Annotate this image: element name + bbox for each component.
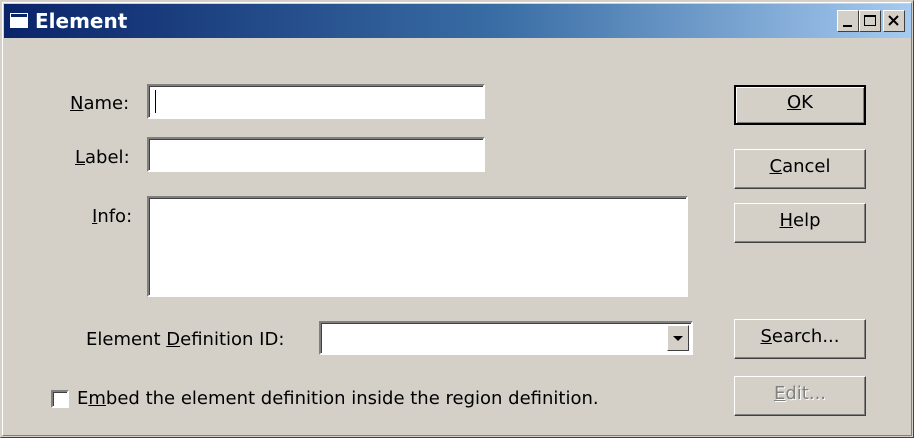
- embed-checkbox[interactable]: [51, 390, 69, 408]
- dropdown-button[interactable]: [667, 325, 689, 351]
- window-title: Element: [35, 9, 128, 33]
- minimize-button[interactable]: [837, 10, 859, 32]
- element-definition-id-label: Element Definition ID:: [86, 329, 285, 350]
- text-caret: [155, 90, 156, 113]
- ok-button[interactable]: OK: [734, 85, 866, 125]
- label-label: Label:: [75, 147, 130, 168]
- window-app-icon: [9, 12, 29, 29]
- element-dialog: Element Name: Label: Info: Element Defin…: [0, 0, 914, 438]
- element-definition-id-combobox[interactable]: [319, 321, 693, 355]
- info-label: Info:: [92, 206, 133, 227]
- cancel-button[interactable]: Cancel: [734, 149, 866, 189]
- maximize-icon: [864, 15, 876, 26]
- close-button[interactable]: [883, 10, 905, 32]
- embed-checkbox-label[interactable]: Embed the element definition inside the …: [77, 388, 599, 410]
- maximize-button[interactable]: [859, 10, 881, 32]
- info-textarea[interactable]: [147, 196, 688, 297]
- edit-button[interactable]: Edit...: [734, 376, 866, 416]
- minimize-icon: [843, 25, 852, 27]
- name-label: Name:: [70, 93, 130, 114]
- name-input-text[interactable]: [149, 86, 483, 117]
- title-bar[interactable]: Element: [4, 4, 911, 38]
- label-input-text[interactable]: [149, 139, 483, 170]
- name-input[interactable]: [147, 84, 485, 119]
- search-button[interactable]: Search...: [734, 319, 866, 359]
- help-button[interactable]: Help: [734, 203, 866, 243]
- label-input[interactable]: [147, 137, 485, 172]
- chevron-down-icon: [673, 336, 683, 341]
- close-icon: [888, 15, 899, 26]
